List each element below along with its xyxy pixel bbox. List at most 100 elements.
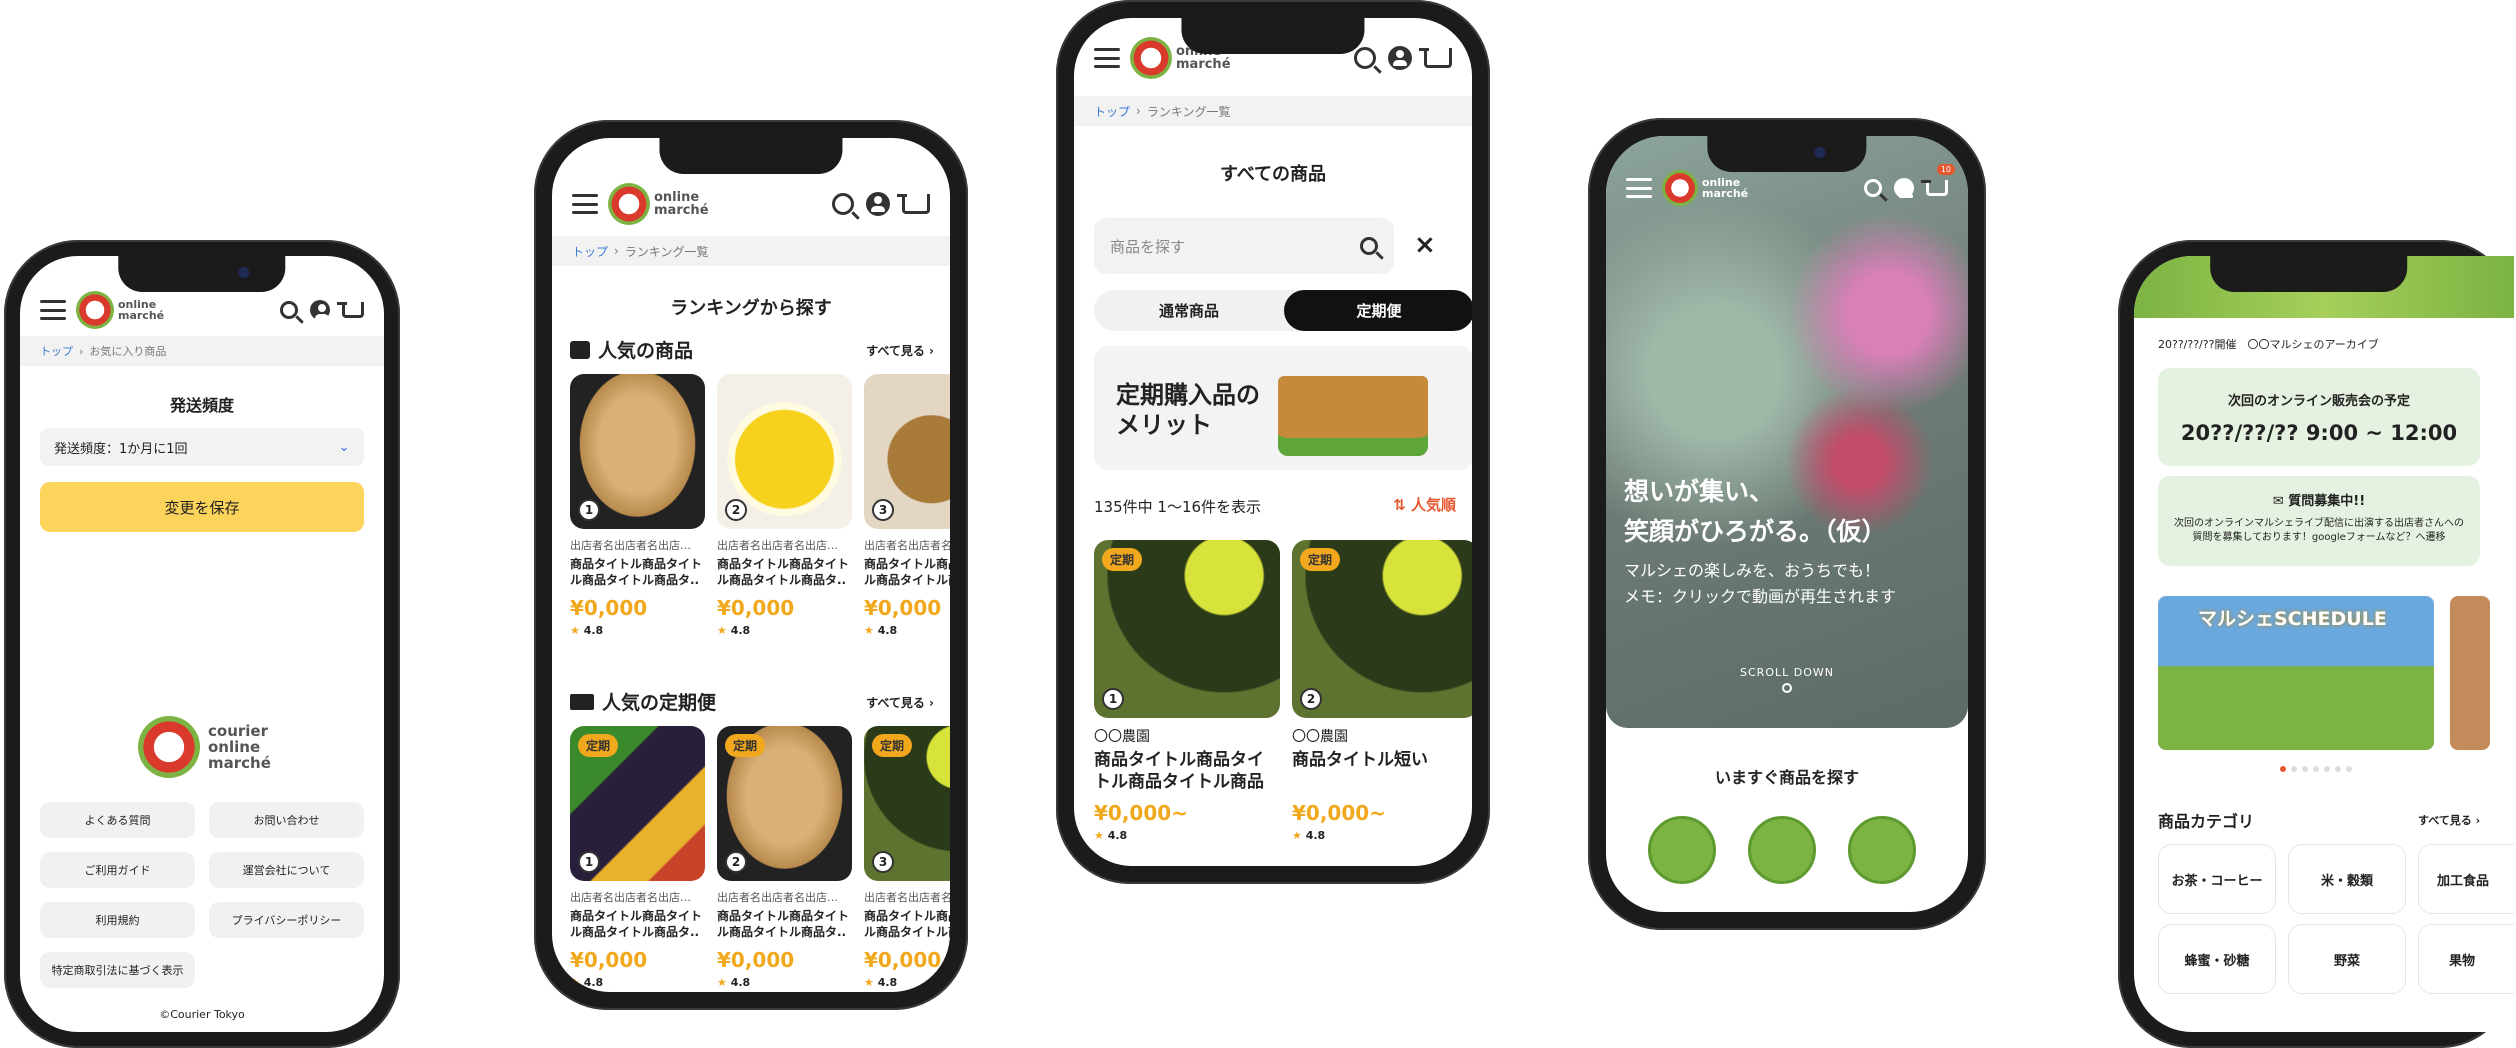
- menu-icon[interactable]: [40, 300, 66, 320]
- phone-all-products: onlinemarché トップ › ランキング一覧 すべての商品 商品を探す …: [1056, 0, 1490, 884]
- screen: online marché トップ › ランキング一覧 ランキングから探す 人気の…: [552, 138, 950, 992]
- shop-name: 出店者名出店者名出店…: [570, 891, 691, 904]
- section-title: いますぐ商品を探す: [1714, 768, 1859, 787]
- popular-subscriptions-heading: 人気の定期便: [570, 688, 716, 715]
- rank-badge: 3: [872, 851, 894, 873]
- cart-icon[interactable]: [337, 302, 364, 318]
- product-price: ¥0,000: [570, 596, 648, 620]
- product-card[interactable]: 1 出店者名出店者名出店… 商品タイトル商品タイトル商品タイトル商品タ.. ¥0…: [570, 374, 705, 637]
- menu-icon[interactable]: [572, 194, 598, 214]
- logo[interactable]: onlinemarché: [608, 183, 709, 225]
- subscription-card[interactable]: 定期3 出店者名出店者名出店… 商品タイトル商品タイトル商品タイトル商品タ.. …: [864, 726, 950, 989]
- carousel-dots[interactable]: [2280, 766, 2352, 772]
- search-icon[interactable]: [832, 193, 854, 215]
- footer-link-faq[interactable]: よくある質問: [40, 802, 195, 838]
- breadcrumb: トップ › ランキング一覧: [552, 236, 950, 266]
- search-input[interactable]: 商品を探す: [1094, 218, 1394, 274]
- category-processed-food[interactable]: 加工食品: [2418, 844, 2514, 914]
- footer-link-privacy[interactable]: プライバシーポリシー: [209, 902, 364, 938]
- close-icon[interactable]: ×: [1414, 230, 1436, 260]
- menu-icon[interactable]: [1626, 178, 1652, 198]
- footer-link-company[interactable]: 運営会社について: [209, 852, 364, 888]
- cart-icon[interactable]: 10: [1921, 164, 1955, 196]
- screen: online marché トップ › お気に入り商品 発送頻度 発送頻度：1か月…: [20, 256, 384, 1032]
- breadcrumb-home[interactable]: トップ: [572, 243, 608, 260]
- footer-link-contact[interactable]: お問い合わせ: [209, 802, 364, 838]
- category-tea-coffee[interactable]: お茶・コーヒー: [2158, 844, 2276, 914]
- breadcrumb-home[interactable]: トップ: [1094, 103, 1130, 120]
- next-banner-peek[interactable]: [2450, 596, 2490, 750]
- product-card[interactable]: 定期 1 〇〇農園 商品タイトル商品タイトル商品タイトル商品タ.. ¥0,000~…: [1094, 540, 1280, 842]
- live-video-header[interactable]: [2134, 256, 2514, 318]
- question-card[interactable]: ✉ 質問募集中!! 次回のオンラインマルシェライブ配信に出演する出店者さんへの質…: [2158, 476, 2480, 566]
- cart-badge: 10: [1936, 164, 1955, 175]
- rank-badge: 1: [578, 851, 600, 873]
- product-card[interactable]: 定期 2 〇〇農園 商品タイトル短い ¥0,000~ ★ 4.8: [1292, 540, 1472, 842]
- product-image: 1: [570, 374, 705, 529]
- page-title: 発送頻度: [169, 396, 234, 415]
- category-see-all[interactable]: すべて見る ›: [2418, 812, 2480, 828]
- see-all-link[interactable]: すべて見る ›: [866, 694, 934, 711]
- schedule-banner[interactable]: マルシェSCHEDULE: [2158, 596, 2434, 750]
- sort-button[interactable]: ⇅ 人気順: [1393, 494, 1456, 515]
- star-icon: ★: [864, 976, 874, 989]
- cart-icon[interactable]: [897, 194, 930, 214]
- account-icon[interactable]: [1388, 46, 1412, 70]
- product-card[interactable]: 3 出店者名出店者名出店… 商品タイトル商品タイトル商品タイトル商品タ.. ¥0…: [864, 374, 950, 637]
- rank-badge: 2: [1300, 688, 1322, 710]
- rating: ★ 4.8: [717, 976, 751, 989]
- page-title: すべての商品: [1219, 164, 1327, 185]
- category-crown-icon[interactable]: [1648, 816, 1716, 884]
- footer-link-guide[interactable]: ご利用ガイド: [40, 852, 195, 888]
- menu-icon[interactable]: [1094, 48, 1120, 68]
- category-rice-grains[interactable]: 米・穀類: [2288, 844, 2406, 914]
- hero-video[interactable]: online marché 10 想いが集い、 笑顔がひろがる。（仮） マルシェの楽…: [1606, 136, 1968, 728]
- subscription-card[interactable]: 定期 2 出店者名出店者名出店… 商品タイトル商品タイトル商品タイトル商品タ.. …: [717, 726, 852, 989]
- rating: ★ 4.8: [570, 976, 604, 989]
- subscription-card[interactable]: 定期 1 出店者名出店者名出店… 商品タイトル商品タイトル商品タイトル商品タ.. …: [570, 726, 705, 989]
- category-honey-sugar[interactable]: 蜂蜜・砂糖: [2158, 924, 2276, 994]
- search-icon[interactable]: [280, 301, 298, 319]
- footer-link-terms[interactable]: 利用規約: [40, 902, 195, 938]
- category-bottle-icon[interactable]: [1748, 816, 1816, 884]
- tab-subscription[interactable]: 定期便: [1284, 290, 1472, 331]
- account-icon[interactable]: [310, 300, 330, 320]
- tab-normal[interactable]: 通常商品: [1094, 290, 1284, 331]
- product-image: 定期 1: [570, 726, 705, 881]
- category-vegetables[interactable]: 野菜: [2288, 924, 2406, 994]
- star-icon: ★: [1094, 829, 1104, 842]
- subscription-merit-banner[interactable]: 定期購入品の メリット: [1094, 346, 1472, 470]
- scroll-down-indicator[interactable]: SCROLL DOWN: [1606, 666, 1968, 693]
- product-price: ¥0,000: [717, 596, 795, 620]
- logo[interactable]: onlinemarché: [76, 291, 164, 329]
- subscription-tag: 定期: [725, 734, 766, 757]
- logo[interactable]: onlinemarché: [1662, 170, 1748, 206]
- subscription-tag: 定期: [1102, 548, 1143, 571]
- search-icon[interactable]: [1864, 179, 1882, 197]
- account-icon[interactable]: [1894, 178, 1914, 198]
- shop-name: 出店者名出店者名出店…: [717, 539, 838, 552]
- product-card[interactable]: 2 出店者名出店者名出店… 商品タイトル商品タイトル商品タイトル商品タ.. ¥0…: [717, 374, 852, 637]
- frequency-select[interactable]: 発送頻度：1か月に1回 ⌄: [40, 428, 364, 466]
- phone-live: 20??/??/??開催 〇〇マルシェのアーカイブ 次回のオンライン販売会の予定…: [2118, 240, 2514, 1048]
- shop-name: 出店者名出店者名出店…: [570, 539, 691, 552]
- category-fruits[interactable]: 果物: [2418, 924, 2514, 994]
- breadcrumb-home[interactable]: トップ: [40, 343, 73, 359]
- popular-products-heading: 人気の商品: [570, 336, 693, 363]
- product-price: ¥0,000: [864, 596, 942, 620]
- save-button[interactable]: 変更を保存: [40, 482, 364, 532]
- product-price: ¥0,000: [864, 948, 942, 972]
- account-icon[interactable]: [866, 192, 890, 216]
- rank-badge: 2: [725, 851, 747, 873]
- breadcrumb-current: ランキング一覧: [1146, 104, 1231, 119]
- rating: ★ 4.8: [1094, 829, 1128, 842]
- category-farmer-icon[interactable]: [1848, 816, 1916, 884]
- archive-caption[interactable]: 20??/??/??開催 〇〇マルシェのアーカイブ: [2158, 336, 2379, 352]
- search-icon[interactable]: [1354, 47, 1376, 69]
- see-all-link[interactable]: すべて見る ›: [866, 342, 934, 359]
- footer-logo[interactable]: courier online marché: [138, 716, 271, 778]
- rating: ★ 4.8: [717, 624, 751, 637]
- footer-link-tokushoho[interactable]: 特定商取引法に基づく表示: [40, 952, 195, 988]
- cart-icon[interactable]: [1419, 48, 1452, 68]
- search-icon[interactable]: [1360, 237, 1378, 255]
